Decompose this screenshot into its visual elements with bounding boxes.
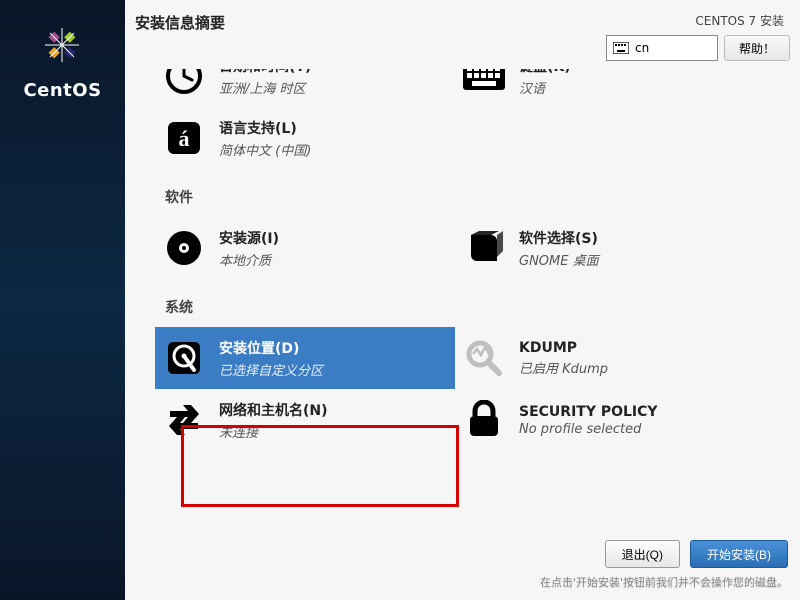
quit-button[interactable]: 退出(Q): [605, 540, 680, 568]
topbar: 安装信息摘要 CENTOS 7 安装 cn 帮助！: [125, 0, 800, 69]
spoke-datetime[interactable]: 日期和时间(T) 亚洲/上海 时区: [155, 69, 455, 107]
spoke-title: KDUMP: [519, 340, 608, 356]
spoke-title: 键盘(K): [519, 69, 571, 76]
section-system: 系统: [165, 297, 790, 317]
spoke-sub: 已启用 Kdump: [519, 358, 608, 377]
spoke-software-selection[interactable]: 软件选择(S) GNOME 桌面: [455, 217, 755, 279]
lock-icon: [461, 397, 507, 443]
package-icon: [461, 225, 507, 271]
harddisk-icon: [161, 335, 207, 381]
spoke-sub: 亚洲/上海 时区: [219, 78, 311, 97]
spoke-install-destination[interactable]: 安装位置(D) 已选择自定义分区: [155, 327, 455, 389]
spoke-language[interactable]: á 语言支持(L) 简体中文 (中国): [155, 107, 455, 169]
spoke-sub: 未连接: [219, 422, 328, 441]
spoke-sub: GNOME 桌面: [519, 250, 599, 269]
spoke-kdump[interactable]: KDUMP 已启用 Kdump: [455, 327, 755, 389]
begin-install-button[interactable]: 开始安装(B): [690, 540, 788, 568]
spoke-network[interactable]: 网络和主机名(N) 未连接: [155, 389, 455, 451]
spoke-title: 网络和主机名(N): [219, 400, 328, 420]
magnifier-icon: [461, 335, 507, 381]
disc-icon: [161, 225, 207, 271]
sidebar: CentOS: [0, 0, 125, 600]
spoke-title: 日期和时间(T): [219, 69, 311, 76]
spoke-sub: 本地介质: [219, 250, 279, 269]
spoke-title: 安装位置(D): [219, 338, 323, 358]
spoke-keyboard[interactable]: 键盘(K) 汉语: [455, 69, 755, 107]
product-label: CENTOS 7 安装: [606, 12, 790, 29]
network-arrows-icon: [161, 397, 207, 443]
keyboard-lang: cn: [635, 41, 649, 55]
spoke-title: 语言支持(L): [219, 118, 311, 138]
clock-icon: [161, 69, 207, 99]
spoke-title: 软件选择(S): [519, 228, 599, 248]
centos-logo-icon: [37, 20, 87, 70]
footer: 退出(Q) 开始安装(B) 在点击'开始安装'按钮前我们并不会操作您的磁盘。: [125, 532, 800, 600]
section-software: 软件: [165, 187, 790, 207]
help-button[interactable]: 帮助！: [724, 35, 790, 61]
spoke-sub: 已选择自定义分区: [219, 360, 323, 379]
brand-text: CentOS: [23, 80, 101, 101]
spoke-sub: No profile selected: [519, 422, 658, 437]
page-title: 安装信息摘要: [135, 12, 606, 33]
keyboard-large-icon: [461, 69, 507, 99]
spoke-title: 安装源(I): [219, 228, 279, 248]
footer-hint: 在点击'开始安装'按钮前我们并不会操作您的磁盘。: [125, 574, 788, 590]
spoke-install-source[interactable]: 安装源(I) 本地介质: [155, 217, 455, 279]
spoke-security-policy[interactable]: SECURITY POLICY No profile selected: [455, 389, 755, 451]
logo: CentOS: [23, 20, 101, 101]
spoke-sub: 简体中文 (中国): [219, 140, 311, 159]
language-icon: á: [161, 115, 207, 161]
spoke-title: SECURITY POLICY: [519, 404, 658, 420]
svg-text:á: á: [179, 126, 190, 151]
spoke-sub: 汉语: [519, 78, 571, 97]
keyboard-layout-indicator[interactable]: cn: [606, 35, 718, 61]
keyboard-icon: [613, 42, 629, 54]
